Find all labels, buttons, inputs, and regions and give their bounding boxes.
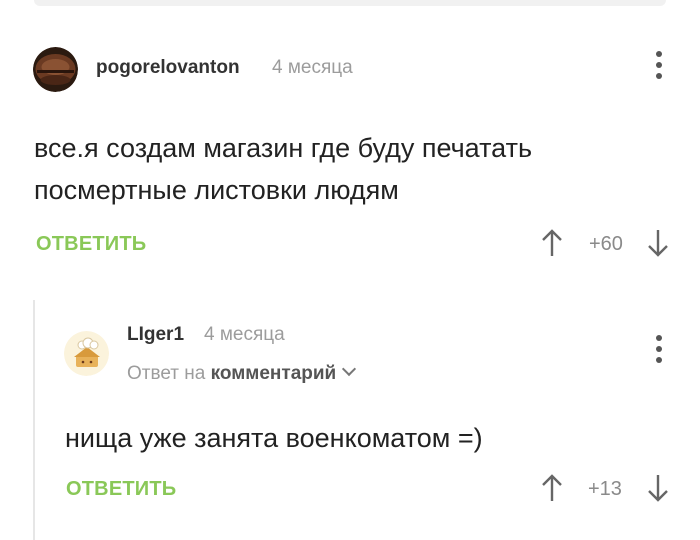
comment-text: все.я создам магазин где буду печатать п… bbox=[34, 133, 533, 205]
thread-line bbox=[33, 300, 35, 540]
reply-to-target[interactable]: комментарий bbox=[211, 363, 337, 384]
rating-count: +60 bbox=[589, 233, 623, 255]
upvote-arrow-icon[interactable] bbox=[540, 228, 564, 258]
reply-to-link[interactable]: Ответ на комментарий bbox=[127, 361, 357, 385]
chevron-down-icon[interactable] bbox=[342, 361, 357, 377]
downvote-arrow-icon[interactable] bbox=[646, 228, 670, 258]
avatar[interactable] bbox=[64, 331, 109, 376]
reply-to-prefix: Ответ на bbox=[127, 363, 206, 384]
comment-text: нища уже занята военкоматом =) bbox=[65, 423, 483, 453]
reply-button[interactable]: ОТВЕТИТЬ bbox=[36, 233, 146, 256]
timestamp: 4 месяца bbox=[272, 57, 353, 78]
username[interactable]: pogorelovanton bbox=[96, 57, 240, 79]
downvote-arrow-icon[interactable] bbox=[646, 473, 670, 503]
upvote-arrow-icon[interactable] bbox=[540, 473, 564, 503]
avatar[interactable] bbox=[33, 47, 78, 92]
kebab-menu-icon[interactable] bbox=[654, 335, 664, 369]
reply-button[interactable]: ОТВЕТИТЬ bbox=[66, 478, 176, 501]
timestamp: 4 месяца bbox=[204, 324, 285, 345]
previous-comment-edge bbox=[34, 0, 666, 6]
username[interactable]: LIger1 bbox=[127, 324, 184, 346]
kebab-menu-icon[interactable] bbox=[654, 51, 664, 85]
rating-count: +13 bbox=[588, 478, 622, 500]
